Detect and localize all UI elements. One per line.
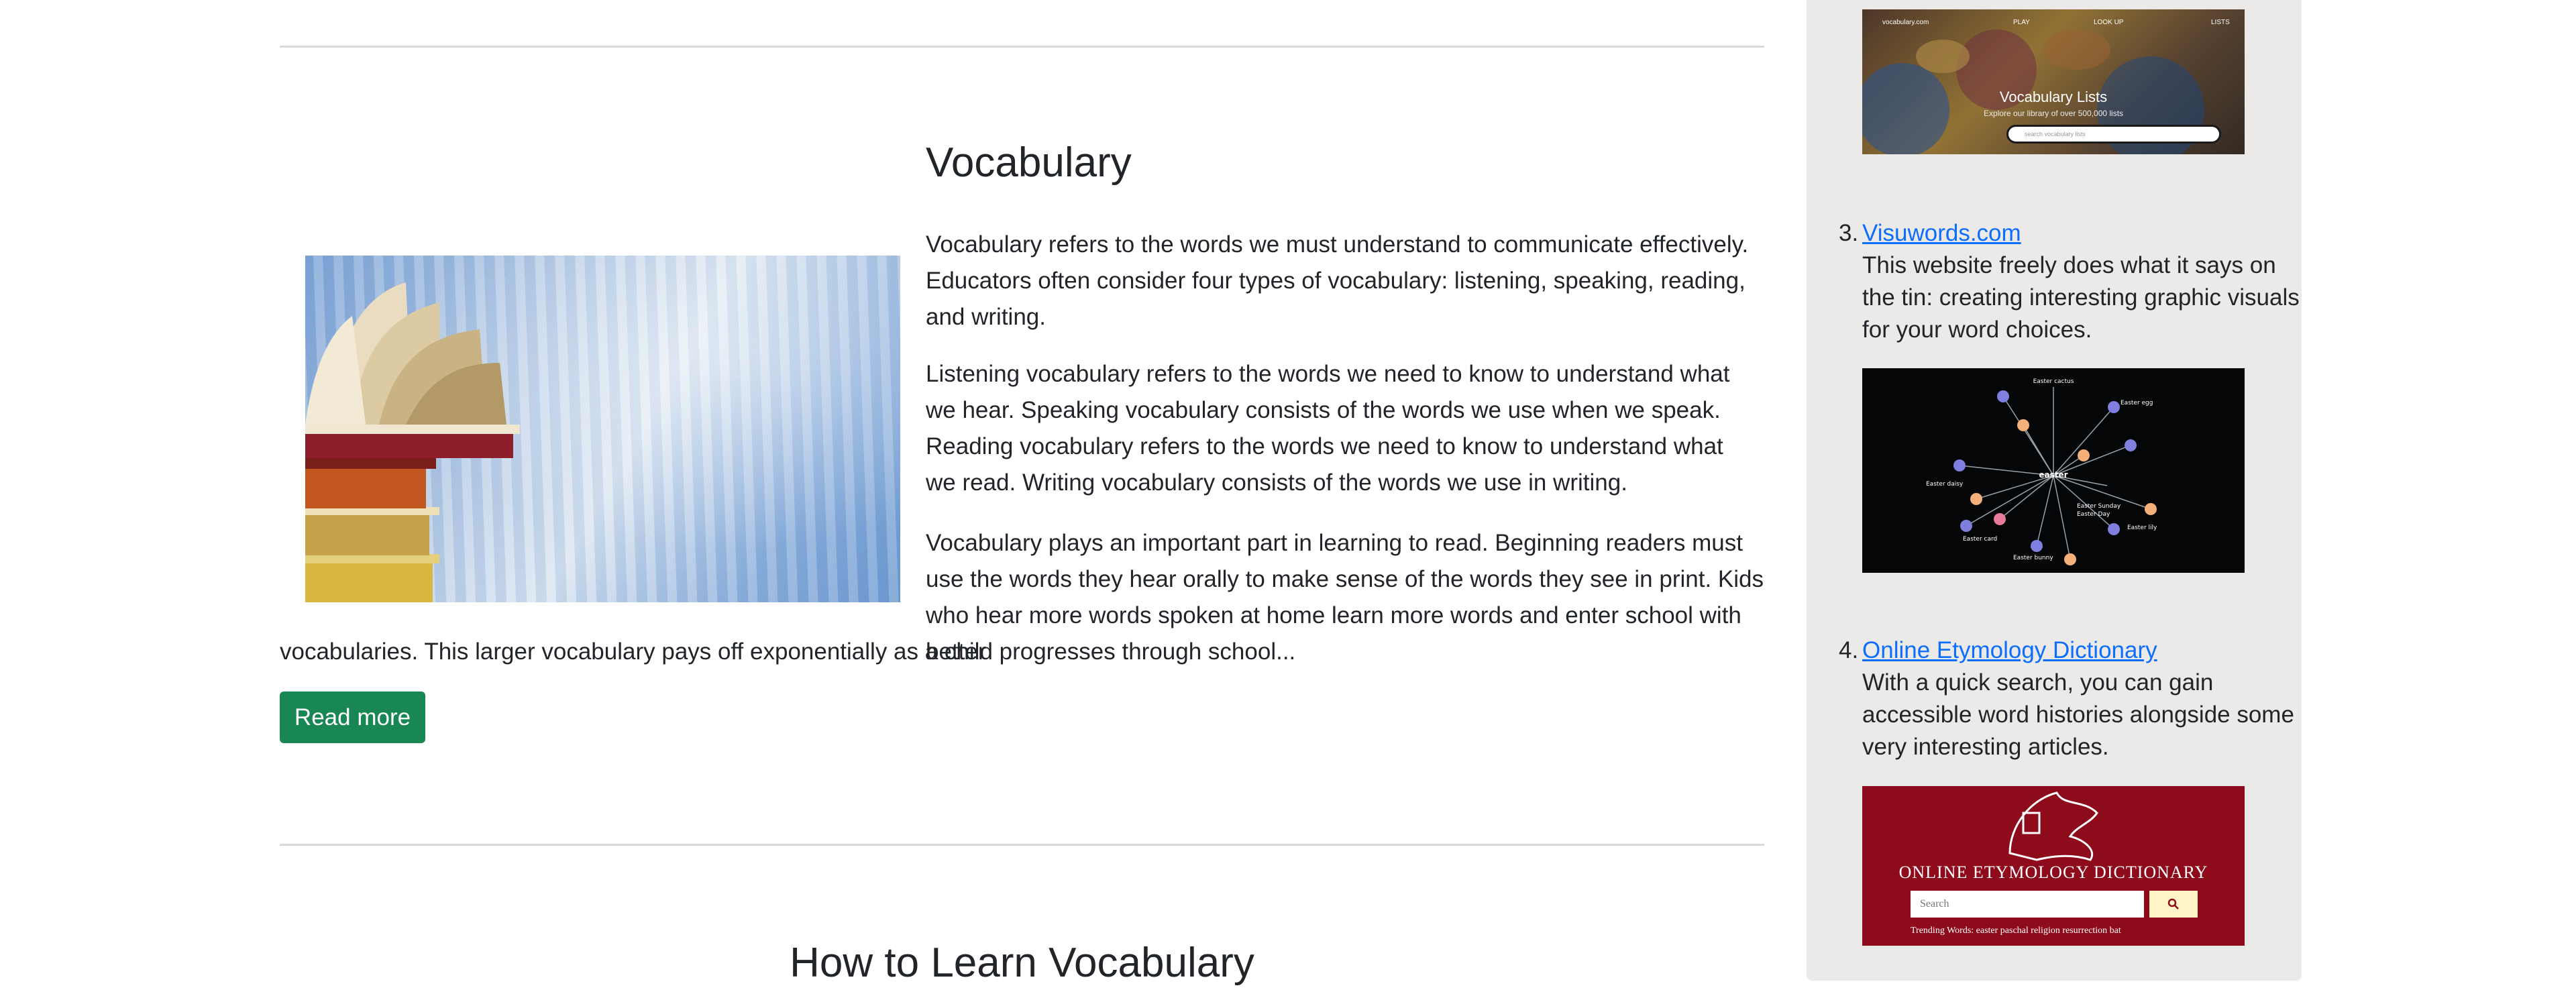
etymology-trending-words: Trending Words: easter paschal religion … [1911, 926, 2121, 936]
etymology-description: With a quick search, you can gain access… [1862, 669, 2294, 760]
graph-node-5: Easter bunny [2013, 555, 2053, 561]
list-number-3: 3. [1839, 220, 1859, 246]
etymology-site-title: ONLINE ETYMOLOGY DICTIONARY [1898, 863, 2208, 882]
vocab-lists-title: Vocabulary Lists [1999, 89, 2108, 105]
vocab-search-field: search vocabulary lists [2006, 125, 2221, 144]
article-paragraph-1: Vocabulary refers to the words we must u… [926, 231, 1749, 330]
visuwords-link[interactable]: Visuwords.com [1862, 220, 2021, 247]
graph-node-4: Easter card [1963, 536, 1997, 543]
graph-node-1: Easter egg [2121, 400, 2153, 406]
vocabulary-com-screenshot[interactable]: vocabulary.com PLAY LOOK UP LISTS Vocabu… [1862, 9, 2245, 154]
graph-node-6: Easter Sunday [2077, 503, 2121, 510]
vocab-brand: vocabulary.com [1882, 19, 1929, 26]
article-title: Vocabulary [926, 140, 1132, 186]
etymology-search-field: Search [1911, 891, 2144, 918]
visuwords-screenshot[interactable]: easter Easter cactus Easter egg Easter l… [1862, 368, 2245, 573]
graph-node-0: Easter cactus [2033, 378, 2074, 385]
list-number-4: 4. [1839, 637, 1859, 663]
etymology-link[interactable]: Online Etymology Dictionary [1862, 637, 2157, 664]
next-article-title[interactable]: How to Learn Vocabulary [280, 939, 1764, 987]
article-paragraph-3-continued: vocabularies. This larger vocabulary pay… [280, 639, 1296, 665]
read-more-button[interactable]: Read more [280, 692, 425, 743]
books-image [305, 256, 900, 602]
main-content: Vocabulary Vocabulary refers to the word… [280, 0, 1764, 994]
vocab-nav-lists: LISTS [2211, 19, 2230, 26]
vocab-nav-lookup: LOOK UP [2094, 19, 2124, 26]
divider-top [280, 46, 1764, 48]
search-icon [2167, 898, 2179, 909]
etymology-screenshot[interactable]: ONLINE ETYMOLOGY DICTIONARY Search Trend… [1862, 786, 2245, 946]
graph-center-word: easter [2039, 470, 2068, 480]
divider-bottom [280, 844, 1764, 846]
vocab-lists-subtitle: Explore our library of over 500,000 list… [1983, 109, 2124, 118]
graph-node-3: Easter daisy [1926, 481, 1964, 488]
graph-node-2: Easter lily [2127, 524, 2157, 531]
visuwords-description: This website freely does what it says on… [1862, 252, 2300, 343]
graph-node-7: Easter Day [2077, 511, 2110, 518]
vocab-nav-play: PLAY [2013, 19, 2030, 26]
etymology-search-button [2149, 891, 2198, 918]
article-paragraph-2: Listening vocabulary refers to the words… [926, 361, 1730, 496]
